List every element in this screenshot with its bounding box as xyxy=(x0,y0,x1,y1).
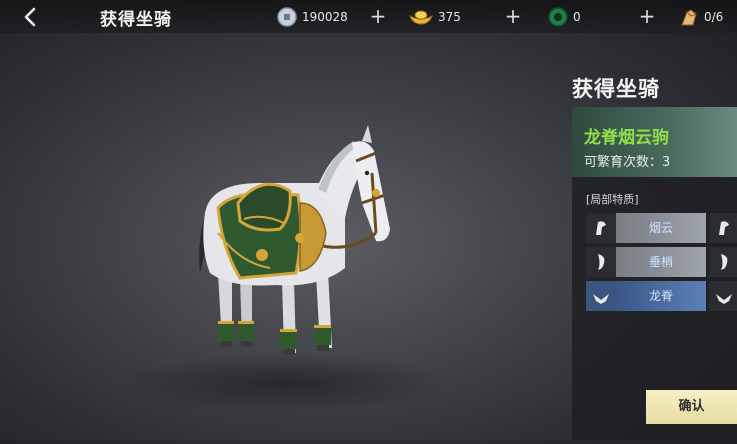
currency-value: 0/6 xyxy=(704,9,724,24)
mane-icon xyxy=(719,221,729,235)
add-jade-button[interactable]: + xyxy=(637,6,657,26)
currency-value: 0 xyxy=(573,9,581,24)
top-bar: 获得坐骑 190028 + 375 + 0 + 0/6 xyxy=(0,0,737,33)
mount-name: 龙脊烟云驹 xyxy=(584,128,669,148)
gold-ingot-icon xyxy=(409,10,433,25)
silver-coin-icon xyxy=(277,6,297,27)
horse-feed-icon xyxy=(681,8,697,25)
trait-item-yanyun[interactable]: 烟云 xyxy=(586,213,706,243)
tail-icon xyxy=(721,254,728,270)
currency-silver: 190028 xyxy=(276,0,348,33)
trait-label: 垂梢 xyxy=(648,255,673,269)
breed-count-label: 可繁育次数： xyxy=(584,155,663,170)
jade-coin-icon xyxy=(548,6,568,27)
trait-item-chuishao[interactable]: 垂梢 xyxy=(586,247,706,277)
trait-item-extra-1[interactable] xyxy=(709,213,737,243)
currency-value: 190028 xyxy=(302,9,348,24)
currency-jade: 0 xyxy=(547,0,581,33)
ground-shadow xyxy=(120,353,450,413)
trait-section-label: [局部特质] xyxy=(586,193,639,206)
currency-feed: 0/6 xyxy=(678,0,723,33)
back-arrow-icon[interactable] xyxy=(20,6,42,28)
mane-icon xyxy=(586,213,616,243)
breed-count-line: 可繁育次数：3 xyxy=(584,151,670,170)
breed-count-value: 3 xyxy=(662,155,671,170)
wing-spine-icon xyxy=(716,294,732,304)
confirm-button[interactable]: 确认 xyxy=(646,390,737,424)
panel-title: 获得坐骑 xyxy=(572,76,660,101)
mount-preview[interactable] xyxy=(0,33,560,440)
wing-spine-icon xyxy=(586,281,616,311)
tail-icon xyxy=(586,247,616,277)
trait-item-longji[interactable]: 龙脊 xyxy=(586,281,706,311)
trait-item-extra-2[interactable] xyxy=(709,247,737,277)
trait-label: 烟云 xyxy=(648,221,673,235)
add-gold-button[interactable]: + xyxy=(503,6,523,26)
add-silver-button[interactable]: + xyxy=(368,6,388,26)
currency-value: 375 xyxy=(438,9,461,24)
mount-info-panel: 获得坐骑 龙脊烟云驹 可繁育次数：3 [局部特质] 烟云 垂梢 龙脊 确认 xyxy=(572,33,737,440)
mount-name-card: 龙脊烟云驹 可繁育次数：3 xyxy=(572,107,737,177)
trait-item-extra-3[interactable] xyxy=(709,281,737,311)
trait-label: 龙脊 xyxy=(648,289,673,303)
page-title: 获得坐骑 xyxy=(100,10,172,30)
currency-gold: 375 xyxy=(408,0,461,33)
